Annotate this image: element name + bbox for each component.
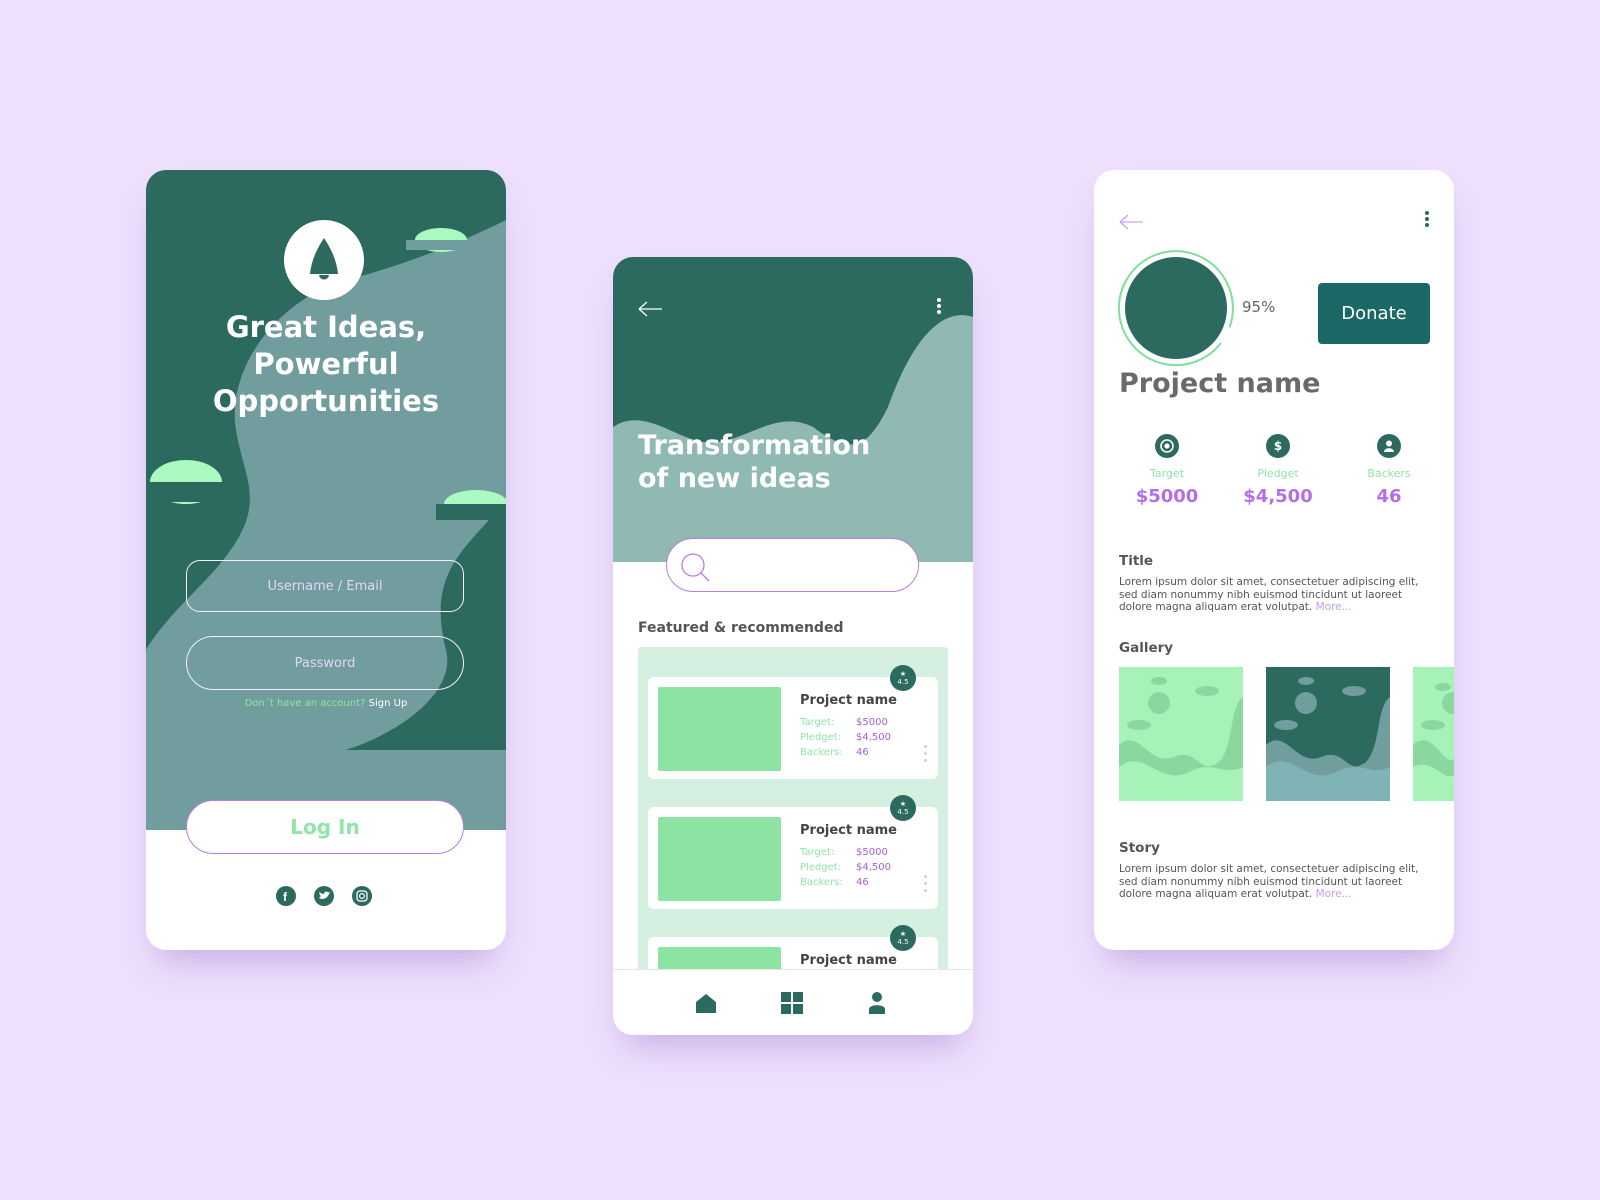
title-more-link[interactable]: More...: [1316, 601, 1352, 613]
gallery-heading: Gallery: [1119, 640, 1174, 656]
target-label: Target: [1149, 467, 1185, 480]
user-icon: [1377, 434, 1401, 458]
browse-title-line-2: of new ideas: [638, 463, 831, 494]
twitter-icon[interactable]: [314, 886, 334, 906]
search-icon: [681, 553, 710, 582]
instagram-icon[interactable]: [352, 886, 372, 906]
headline-line-1: Great Ideas,: [225, 310, 427, 344]
project-card[interactable]: Project name Target: $5000 Pledget: $4,5…: [648, 677, 938, 779]
browse-screen: Transformation of new ideas Featured & r…: [613, 257, 973, 1035]
title-heading: Title: [1119, 553, 1154, 569]
card-menu-icon[interactable]: [924, 745, 928, 766]
pledged-label: Pledget: [1257, 467, 1299, 480]
login-button[interactable]: Log In: [186, 800, 464, 854]
progress-percent: 95%: [1242, 298, 1276, 316]
backers-label: Backers:: [800, 747, 843, 758]
gallery-image-3[interactable]: [1413, 667, 1454, 801]
back-arrow-icon[interactable]: [635, 299, 665, 319]
dollar-icon: $: [1266, 434, 1290, 458]
password-placeholder: Password: [294, 655, 356, 671]
rating-value: 4.5: [897, 808, 909, 816]
more-options-icon[interactable]: [1424, 210, 1430, 230]
featured-section-title: Featured & recommended: [638, 620, 844, 636]
password-field[interactable]: Password: [186, 636, 464, 690]
donate-button[interactable]: Donate: [1318, 283, 1430, 344]
headline-line-3: Opportunities: [212, 384, 440, 418]
back-arrow-icon[interactable]: [1116, 212, 1146, 232]
star-icon: ★: [899, 930, 907, 938]
backers-label: Backers: [1367, 467, 1411, 480]
backers-label: Backers:: [800, 877, 843, 888]
project-title: Project name: [1119, 368, 1321, 399]
headline-line-2: Powerful: [253, 347, 399, 381]
gallery-image-2[interactable]: [1266, 667, 1390, 801]
story-text: Lorem ipsum dolor sit amet, consectetuer…: [1119, 863, 1419, 900]
signup-question: Don´t have an account?: [244, 698, 366, 709]
star-icon: ★: [899, 670, 907, 678]
project-thumbnail: [658, 817, 781, 901]
story-description: Lorem ipsum dolor sit amet, consectetuer…: [1119, 863, 1419, 901]
search-input[interactable]: [666, 538, 919, 592]
username-placeholder: Username / Email: [267, 578, 383, 594]
project-name: Project name: [800, 953, 897, 968]
title-text: Lorem ipsum dolor sit amet, consectetuer…: [1119, 576, 1419, 613]
target-value: $5000: [856, 717, 888, 728]
pledged-label: Pledget:: [800, 862, 842, 873]
story-more-link[interactable]: More...: [1316, 888, 1352, 900]
more-options-icon[interactable]: [936, 297, 942, 317]
target-label: Target:: [800, 847, 835, 858]
story-heading: Story: [1119, 840, 1160, 856]
project-card[interactable]: Project name Target: $5000 Pledget: $4,5…: [648, 807, 938, 909]
target-label: Target:: [800, 717, 835, 728]
backers-value: 46: [1376, 486, 1402, 507]
pledged-value: $4,500: [856, 732, 891, 743]
rating-badge: ★ 4.5: [890, 795, 916, 821]
browse-title-line-1: Transformation: [638, 430, 871, 461]
project-detail-screen: 95% Donate Project name Target $5000 $ P…: [1094, 170, 1454, 950]
project-name: Project name: [800, 693, 897, 708]
backers-value: 46: [856, 877, 869, 888]
username-field[interactable]: Username / Email: [186, 560, 464, 612]
backers-value: 46: [856, 747, 869, 758]
facebook-icon[interactable]: f: [276, 886, 296, 906]
target-icon: [1155, 434, 1179, 458]
pledged-label: Pledget:: [800, 732, 842, 743]
rating-value: 4.5: [897, 938, 909, 946]
target-value: $5000: [856, 847, 888, 858]
home-icon[interactable]: [695, 992, 717, 1014]
signup-link[interactable]: Sign Up: [369, 698, 408, 709]
pledged-value: $4,500: [856, 862, 891, 873]
project-avatar: [1125, 257, 1227, 359]
pledged-value: $4,500: [1243, 486, 1313, 507]
project-name: Project name: [800, 823, 897, 838]
svg-text:f: f: [283, 890, 288, 904]
card-menu-icon[interactable]: [924, 875, 928, 896]
project-thumbnail: [658, 687, 781, 771]
rating-badge: ★ 4.5: [890, 665, 916, 691]
signup-prompt: Don´t have an account? Sign Up: [146, 698, 506, 709]
grid-icon[interactable]: [781, 992, 803, 1014]
rocket-icon: [310, 238, 338, 280]
title-description: Lorem ipsum dolor sit amet, consectetuer…: [1119, 576, 1419, 614]
progress-ring: [1117, 250, 1234, 367]
login-screen: Great Ideas, Powerful Opportunities User…: [146, 170, 506, 950]
star-icon: ★: [899, 800, 907, 808]
app-logo: [284, 220, 364, 300]
gallery-image-1[interactable]: [1119, 667, 1243, 801]
rating-badge: ★ 4.5: [890, 925, 916, 951]
target-value: $5000: [1135, 486, 1199, 507]
bottom-navigation: [613, 969, 973, 1035]
browse-title: Transformation of new ideas: [638, 429, 870, 495]
profile-icon[interactable]: [868, 992, 886, 1014]
rating-value: 4.5: [897, 678, 909, 686]
